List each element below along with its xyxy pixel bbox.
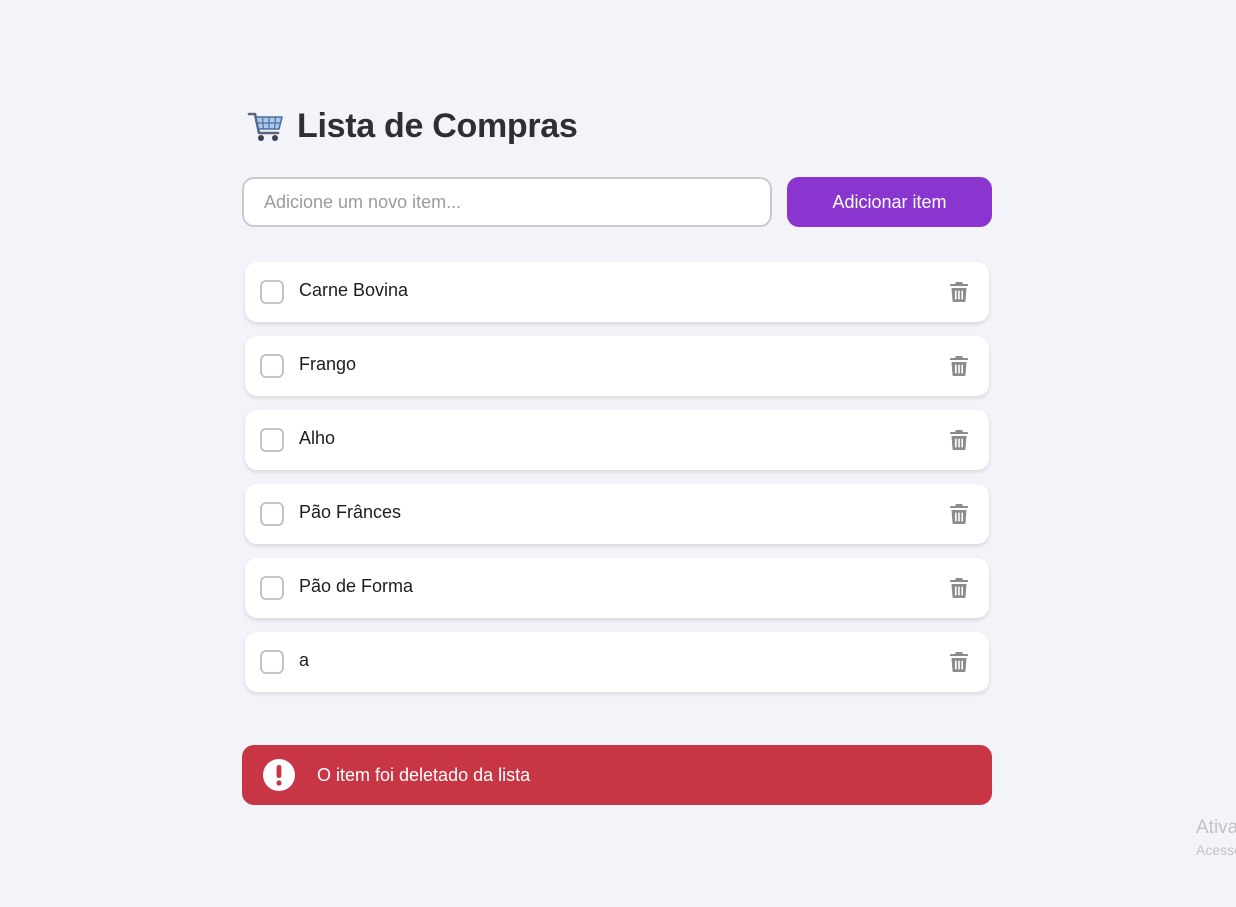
watermark-title: Ativa bbox=[1196, 817, 1236, 838]
shopping-list-app: Lista de Compras Adicionar item Carne Bo… bbox=[242, 104, 992, 805]
item-label: Pão Frânces bbox=[299, 501, 402, 522]
trash-icon[interactable] bbox=[949, 281, 969, 303]
item-checkbox[interactable] bbox=[260, 354, 284, 378]
item-checkbox[interactable] bbox=[260, 428, 284, 452]
list-item: Pão Frânces bbox=[245, 484, 989, 544]
deleted-toast: O item foi deletado da lista bbox=[242, 745, 992, 805]
item-checkbox[interactable] bbox=[260, 650, 284, 674]
list-item: Pão de Forma bbox=[245, 558, 989, 618]
page: Lista de Compras Adicionar item Carne Bo… bbox=[0, 0, 1236, 907]
list-item: a bbox=[245, 632, 989, 692]
trash-icon[interactable] bbox=[949, 355, 969, 377]
windows-activation-watermark: Ativa Acesse bbox=[1196, 816, 1236, 860]
list-item: Frango bbox=[245, 336, 989, 396]
item-label: Carne Bovina bbox=[299, 279, 409, 300]
trash-icon[interactable] bbox=[949, 429, 969, 451]
list-item: Carne Bovina bbox=[245, 262, 989, 322]
new-item-input[interactable] bbox=[242, 177, 772, 227]
item-checkbox[interactable] bbox=[260, 502, 284, 526]
item-label: a bbox=[299, 649, 310, 670]
trash-icon[interactable] bbox=[949, 651, 969, 673]
add-item-form: Adicionar item bbox=[242, 177, 992, 227]
list-item: Alho bbox=[245, 410, 989, 470]
item-label: Frango bbox=[299, 353, 357, 374]
item-label: Pão de Forma bbox=[299, 575, 414, 596]
item-label: Alho bbox=[299, 427, 336, 448]
toast-message: O item foi deletado da lista bbox=[317, 764, 531, 785]
add-item-button[interactable]: Adicionar item bbox=[787, 177, 992, 227]
trash-icon[interactable] bbox=[949, 577, 969, 599]
exclamation-circle-icon bbox=[262, 758, 296, 792]
header: Lista de Compras bbox=[247, 104, 992, 148]
shopping-cart-icon bbox=[247, 107, 285, 145]
item-checkbox[interactable] bbox=[260, 576, 284, 600]
item-checkbox[interactable] bbox=[260, 280, 284, 304]
trash-icon[interactable] bbox=[949, 503, 969, 525]
shopping-list: Carne Bovina Frango Alho Pão Frânces Pão… bbox=[245, 262, 989, 706]
watermark-subtitle: Acesse bbox=[1196, 842, 1236, 858]
page-title: Lista de Compras bbox=[297, 106, 578, 145]
